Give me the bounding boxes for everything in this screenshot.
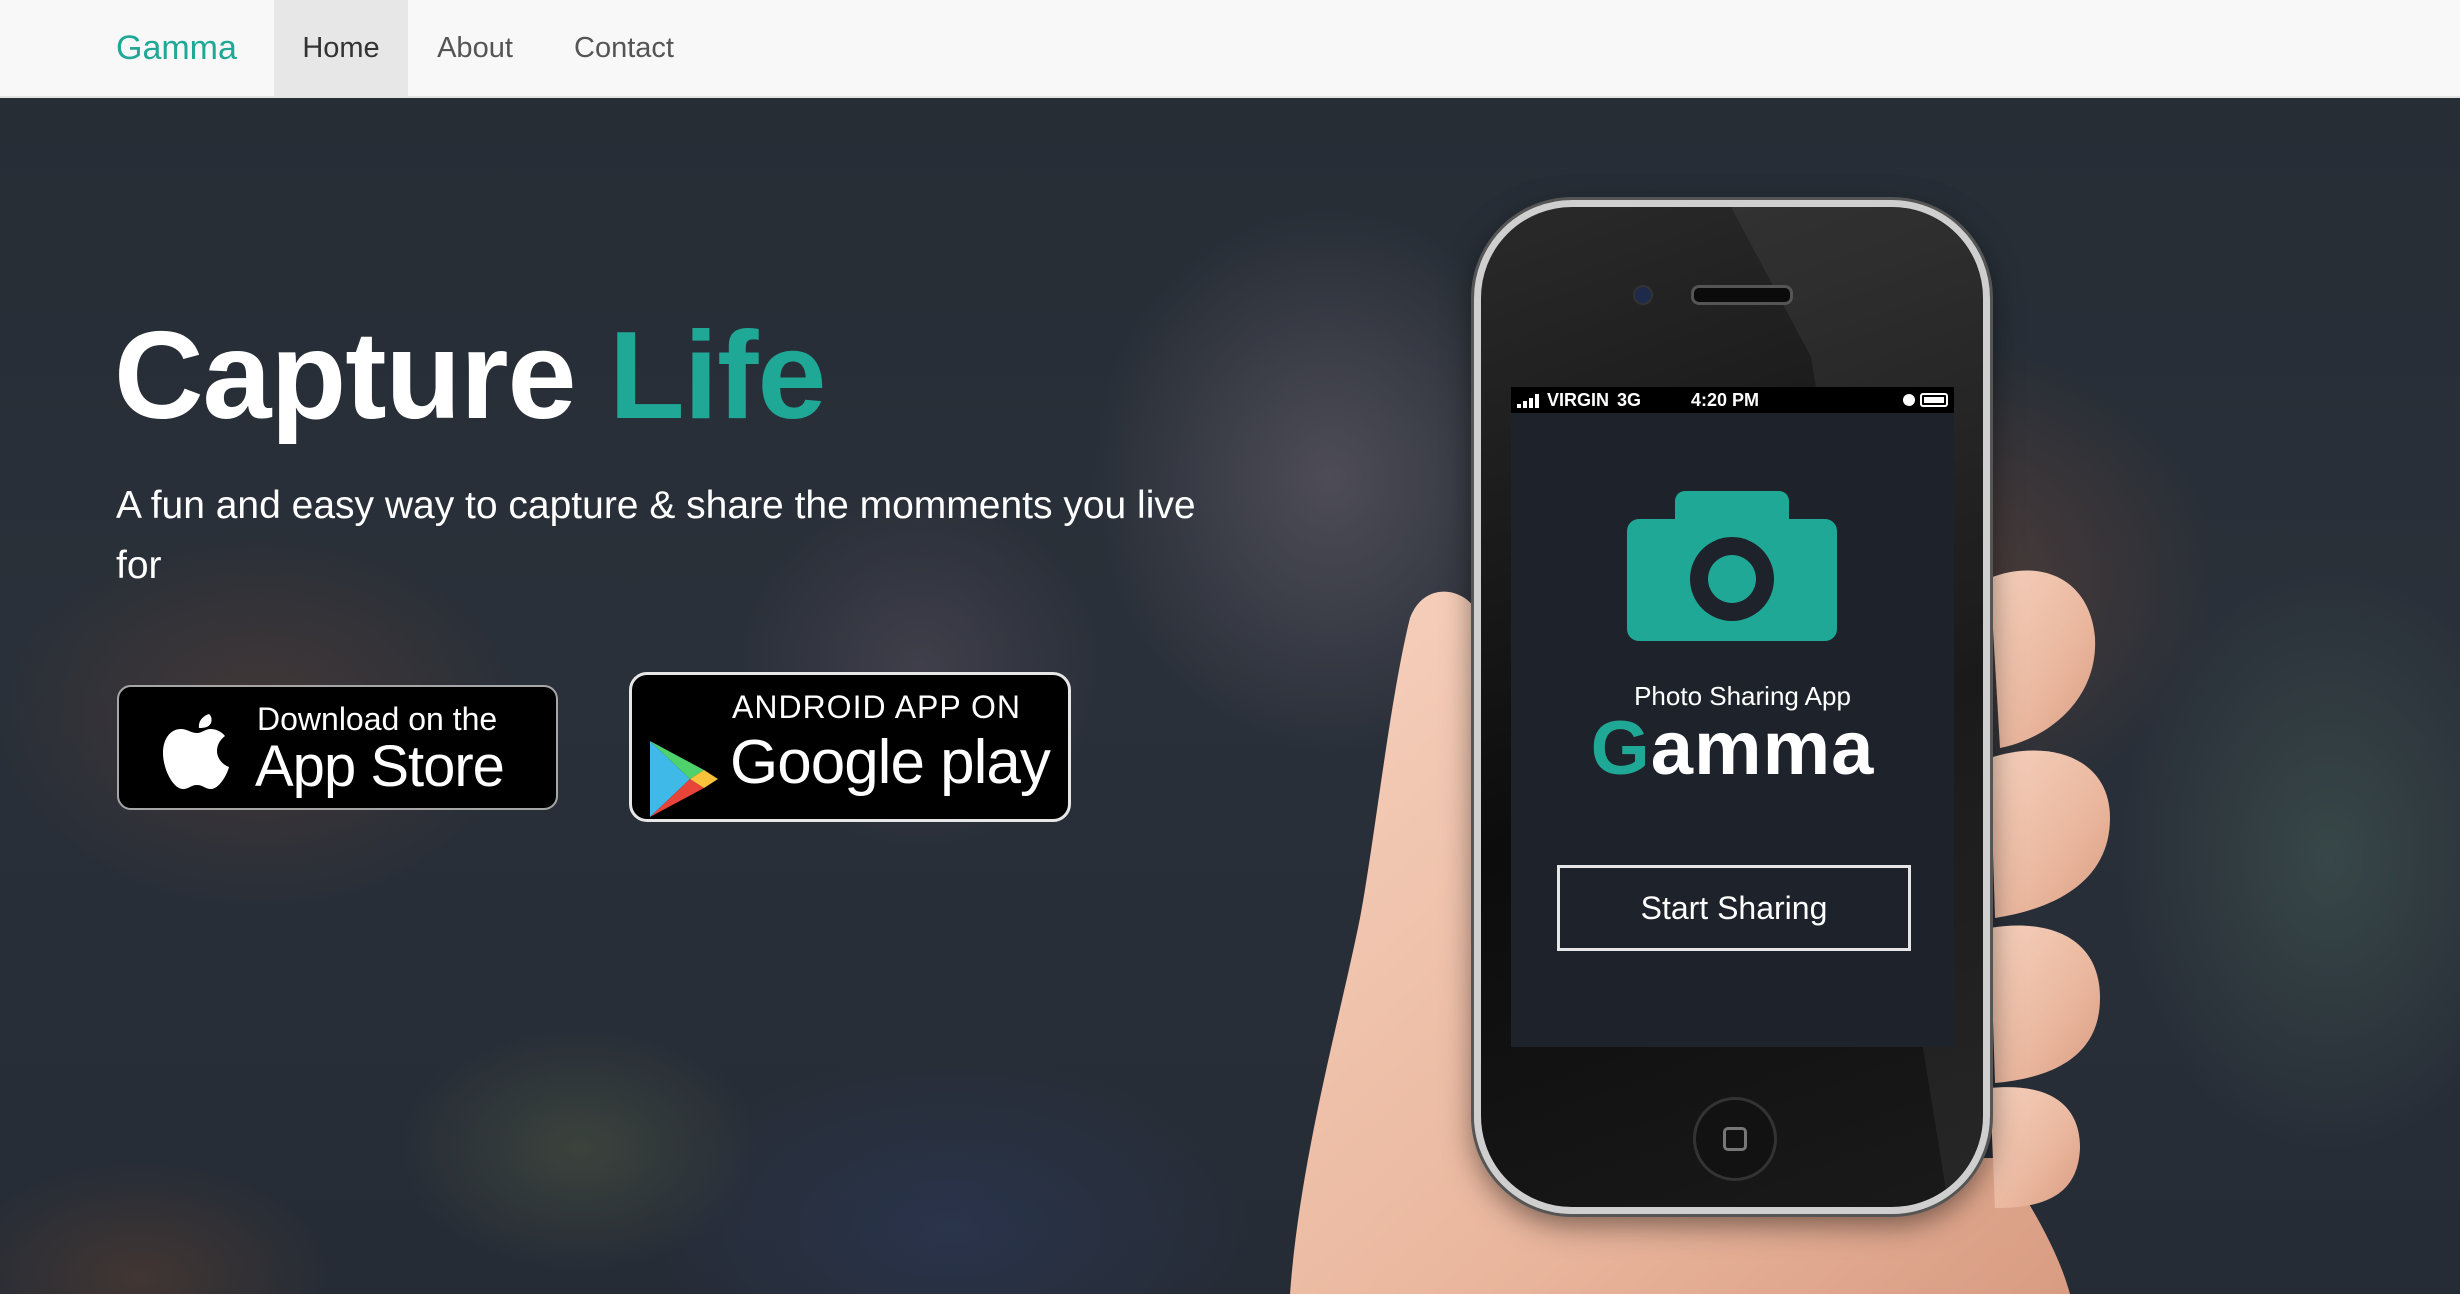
network-type: 3G: [1617, 390, 1642, 410]
phone-speaker: [1691, 285, 1793, 305]
nav-item-home[interactable]: Home: [274, 0, 408, 96]
home-square-icon: [1723, 1127, 1747, 1151]
brand-link[interactable]: Gamma: [116, 0, 237, 98]
home-button: [1693, 1097, 1777, 1181]
front-camera-icon: [1633, 285, 1653, 305]
app-name-first-letter: G: [1590, 706, 1651, 791]
nav-item-about[interactable]: About: [408, 0, 542, 96]
hand-image: [1290, 570, 2110, 1294]
signal-icon: [1517, 394, 1539, 408]
app-name-rest: amma: [1650, 706, 1875, 791]
nav-item-contact[interactable]: Contact: [542, 0, 706, 96]
phone-screen: VIRGIN 3G 4:20 PM Photo Sharing App Gamm…: [1511, 387, 1954, 1047]
hero-section: Capture Life A fun and easy way to captu…: [0, 98, 2460, 1294]
phone-mockup: VIRGIN 3G 4:20 PM Photo Sharing App Gamm…: [1474, 200, 1990, 1214]
camera-icon: [1627, 491, 1837, 641]
battery-icon: [1903, 393, 1948, 407]
phone-status-bar: VIRGIN 3G 4:20 PM: [1511, 387, 1954, 413]
carrier-name: VIRGIN: [1547, 390, 1610, 410]
status-time: 4:20 PM: [1691, 390, 1760, 410]
app-name: Gamma: [1511, 705, 1954, 792]
navbar: Gamma Home About Contact: [0, 0, 2460, 98]
start-sharing-button[interactable]: Start Sharing: [1557, 865, 1911, 951]
